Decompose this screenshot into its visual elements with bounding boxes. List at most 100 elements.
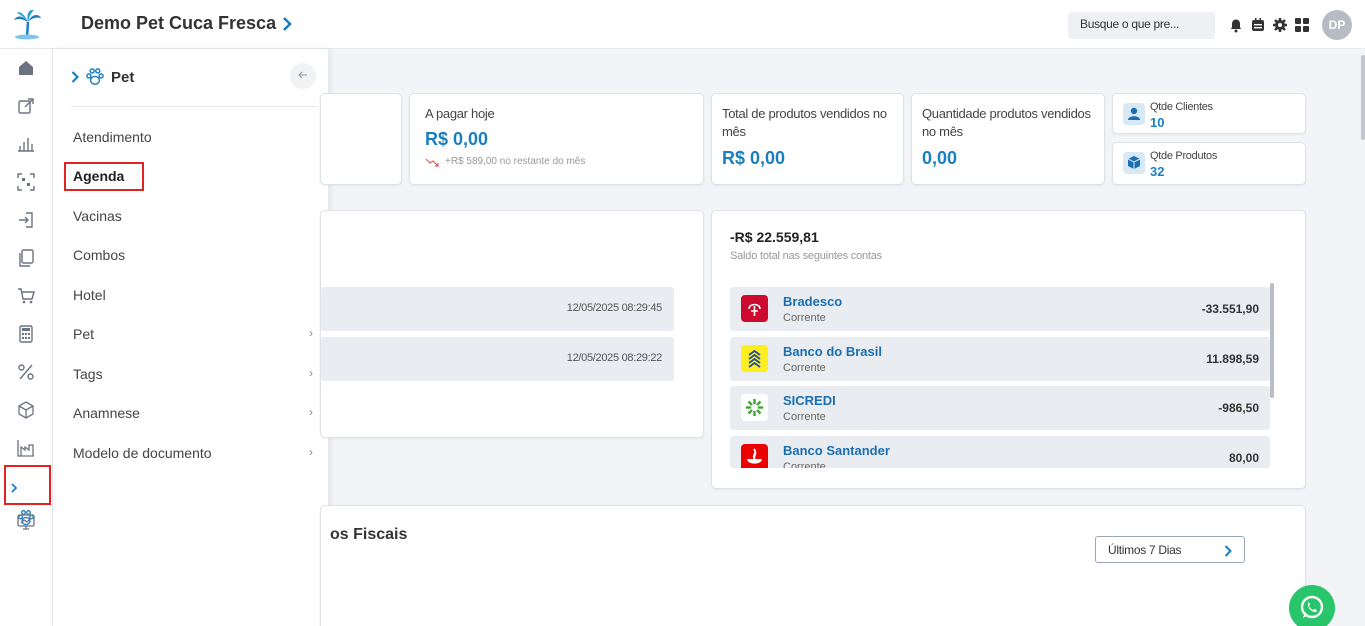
panel-title: Pet bbox=[71, 67, 134, 87]
bank-name: SICREDI bbox=[783, 393, 836, 408]
bank-row-banco-do-brasil[interactable]: Banco do Brasil Corrente 11.898,59 bbox=[730, 337, 1270, 381]
bank-type: Corrente bbox=[783, 312, 826, 324]
mini-value: 10 bbox=[1150, 115, 1165, 130]
active-rail-highlight bbox=[4, 465, 51, 505]
documents-icon[interactable] bbox=[17, 249, 35, 267]
cart-icon[interactable] bbox=[17, 287, 35, 305]
mini-label: Qtde Produtos bbox=[1150, 150, 1218, 162]
company-name: Demo Pet Cuca Fresca bbox=[81, 13, 277, 33]
panel-title-text: Pet bbox=[111, 68, 135, 86]
bank-row-santander[interactable]: Banco Santander Corrente 80,00 bbox=[730, 436, 1270, 468]
search-input[interactable]: Busque o que pre... bbox=[1068, 12, 1215, 39]
chevron-right-icon: › bbox=[309, 445, 313, 459]
company-title[interactable]: Demo Pet Cuca Fresca bbox=[81, 13, 292, 34]
calculator-icon[interactable] bbox=[17, 325, 35, 343]
pagar-hoje-card: A pagar hoje R$ 0,00 +R$ 589,00 no resta… bbox=[409, 93, 704, 185]
menu-item-hotel[interactable]: Hotel bbox=[73, 287, 313, 303]
menu-item-label: Vacinas bbox=[73, 208, 122, 224]
panel-header: Pet bbox=[71, 63, 317, 107]
bank-type: Corrente bbox=[783, 411, 826, 423]
timestamp: 12/05/2025 08:29:45 bbox=[566, 302, 663, 314]
bradesco-logo-icon bbox=[741, 295, 768, 322]
card-label: Quantidade produtos vendidos no mês bbox=[922, 106, 1091, 139]
apps-grid-icon[interactable] bbox=[1294, 17, 1310, 33]
bank-name: Banco do Brasil bbox=[783, 344, 882, 359]
bank-row-bradesco[interactable]: Bradesco Corrente -33.551,90 bbox=[730, 287, 1270, 331]
scan-icon[interactable] bbox=[17, 173, 35, 191]
percent-icon[interactable] bbox=[17, 363, 35, 381]
bank-value: 80,00 bbox=[1228, 451, 1259, 465]
fiscais-card bbox=[320, 505, 1306, 626]
mini-label: Qtde Clientes bbox=[1150, 101, 1213, 113]
menu-item-label: Anamnese bbox=[73, 405, 140, 421]
saldo-total: -R$ 22.559,81 bbox=[730, 229, 819, 245]
card-value: R$ 0,00 bbox=[425, 129, 489, 149]
calendar-icon[interactable] bbox=[1250, 17, 1266, 33]
produtos-vendidos-card: Total de produtos vendidos no mês R$ 0,0… bbox=[711, 93, 904, 185]
avatar[interactable]: DP bbox=[1322, 10, 1352, 40]
collapse-panel-button[interactable] bbox=[290, 63, 316, 89]
remaining-text: +R$ 589,00 no restante do mês bbox=[445, 156, 586, 167]
box-icon[interactable] bbox=[17, 401, 35, 419]
bank-value: -33.551,90 bbox=[1201, 302, 1259, 316]
presentation-chart-icon[interactable] bbox=[17, 513, 35, 531]
quantidade-vendidos-card: Quantidade produtos vendidos no mês 0,00 bbox=[911, 93, 1105, 185]
pet-submenu-panel: Pet Atendimento Agenda Vacinas Combos Ho… bbox=[53, 49, 328, 626]
bank-value: -986,50 bbox=[1218, 401, 1259, 415]
card-label: A pagar hoje bbox=[425, 106, 495, 121]
list-item[interactable]: 12/05/2025 08:29:45 bbox=[321, 287, 674, 331]
card-subtext: +R$ 589,00 no restante do mês bbox=[425, 156, 688, 167]
card-value: 0,00 bbox=[922, 148, 958, 168]
mini-value: 32 bbox=[1150, 164, 1165, 179]
period-label: Últimos 7 Dias bbox=[1108, 543, 1182, 557]
bank-row-sicredi[interactable]: SICREDI Corrente -986,50 bbox=[730, 386, 1270, 430]
card-label: Total de produtos vendidos no mês bbox=[722, 106, 887, 139]
list-item[interactable]: 12/05/2025 08:29:22 bbox=[321, 337, 674, 381]
gear-icon[interactable] bbox=[1272, 17, 1288, 33]
bell-icon[interactable] bbox=[1228, 17, 1244, 33]
top-header: Demo Pet Cuca Fresca Busque o que pre...… bbox=[0, 0, 1365, 49]
chevron-right-icon bbox=[283, 16, 292, 31]
menu-item-label: Pet bbox=[73, 326, 95, 342]
menu-item-label: Hotel bbox=[73, 287, 106, 303]
menu-item-atendimento[interactable]: Atendimento bbox=[73, 129, 313, 145]
qtde-clientes-card: Qtde Clientes 10 bbox=[1112, 93, 1306, 134]
card-value: R$ 0,00 bbox=[722, 148, 786, 168]
factory-chart-icon[interactable] bbox=[17, 439, 35, 457]
bank-list-scrollbar[interactable] bbox=[1270, 283, 1274, 398]
chevron-right-icon: › bbox=[309, 366, 313, 380]
period-select-button[interactable]: Últimos 7 Dias bbox=[1095, 536, 1245, 563]
menu-item-label: Atendimento bbox=[73, 129, 152, 145]
bank-value: 11.898,59 bbox=[1206, 352, 1259, 366]
saldo-subtitle: Saldo total nas seguintes contas bbox=[730, 250, 882, 262]
palm-logo-icon[interactable] bbox=[10, 8, 44, 40]
edit-external-icon[interactable] bbox=[17, 97, 35, 115]
menu-item-tags[interactable]: Tags › bbox=[73, 366, 313, 382]
icon-sidebar bbox=[0, 49, 53, 626]
menu-item-modelo-documento[interactable]: Modelo de documento › bbox=[73, 445, 313, 461]
chevron-right-icon bbox=[71, 71, 79, 83]
banco-do-brasil-logo-icon bbox=[741, 345, 768, 372]
cube-icon bbox=[1123, 152, 1145, 174]
menu-item-combos[interactable]: Combos bbox=[73, 247, 313, 263]
menu-item-label: Modelo de documento bbox=[73, 445, 212, 461]
santander-logo-icon bbox=[741, 444, 768, 468]
home-icon[interactable] bbox=[17, 59, 35, 77]
whatsapp-icon bbox=[1300, 595, 1324, 619]
menu-item-vacinas[interactable]: Vacinas bbox=[73, 208, 313, 224]
sicredi-logo-icon bbox=[741, 394, 768, 421]
whatsapp-button[interactable] bbox=[1289, 585, 1335, 626]
timestamp: 12/05/2025 08:29:22 bbox=[566, 352, 663, 364]
chevron-right-icon bbox=[1224, 545, 1232, 557]
trend-down-icon bbox=[425, 158, 439, 167]
agenda-highlight-box bbox=[64, 162, 144, 191]
menu-item-label: Tags bbox=[73, 366, 103, 382]
chevron-right-icon: › bbox=[309, 326, 313, 340]
login-icon[interactable] bbox=[17, 211, 35, 229]
menu-item-label: Combos bbox=[73, 247, 126, 263]
bar-chart-icon[interactable] bbox=[17, 135, 35, 153]
menu-item-anamnese[interactable]: Anamnese › bbox=[73, 405, 313, 421]
bank-name: Banco Santander bbox=[783, 443, 890, 458]
page-scrollbar[interactable] bbox=[1361, 55, 1365, 140]
menu-item-pet[interactable]: Pet › bbox=[73, 326, 313, 342]
